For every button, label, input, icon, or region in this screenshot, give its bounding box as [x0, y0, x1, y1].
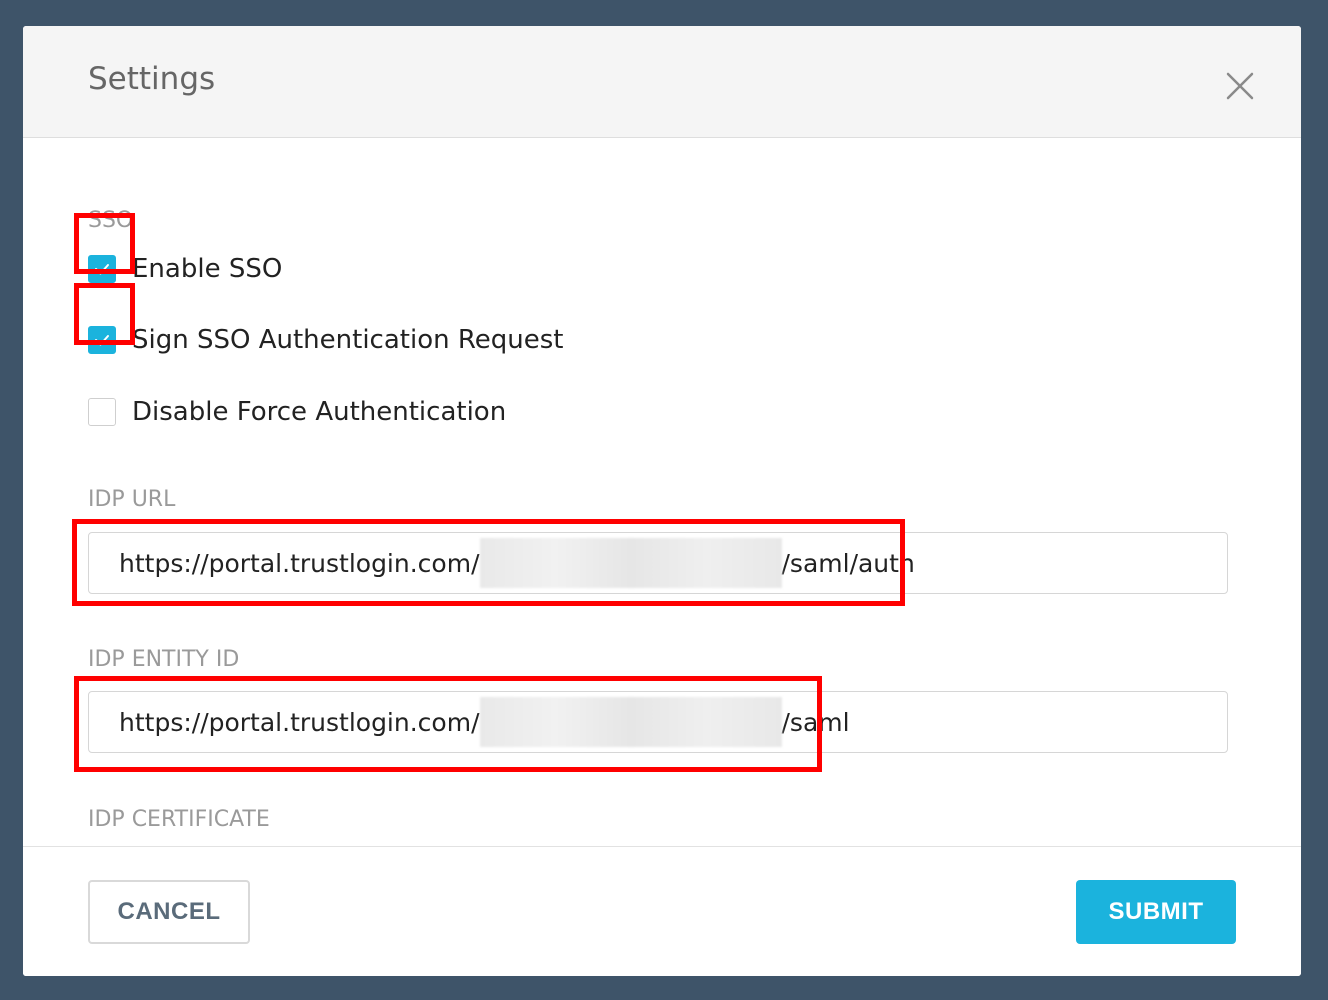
- idp-url-value-suffix: /saml/auth: [781, 548, 915, 578]
- sign-sso-request-checkbox[interactable]: [88, 326, 116, 354]
- check-icon: [95, 264, 109, 275]
- close-icon: [1226, 72, 1254, 100]
- modal-title: Settings: [88, 61, 216, 97]
- modal-body: SSO Enable SSO Sign SSO Authentication R…: [23, 138, 1301, 846]
- idp-entity-id-value-prefix: https://portal.trustlogin.com/: [119, 707, 480, 737]
- disable-force-auth-option[interactable]: Disable Force Authentication: [88, 396, 506, 428]
- idp-certificate-label: IDP CERTIFICATE: [88, 807, 270, 832]
- redacted-segment: [479, 538, 782, 588]
- settings-modal: Settings SSO Enable SSO Sign SSO Authent…: [23, 26, 1301, 976]
- disable-force-auth-label: Disable Force Authentication: [132, 397, 507, 427]
- submit-button[interactable]: SUBMIT: [1076, 880, 1236, 944]
- sign-sso-request-option[interactable]: Sign SSO Authentication Request: [88, 324, 563, 356]
- idp-entity-id-value-suffix: /saml: [781, 707, 850, 737]
- redacted-segment: [479, 697, 782, 747]
- sign-sso-request-label: Sign SSO Authentication Request: [132, 325, 564, 355]
- idp-url-value-prefix: https://portal.trustlogin.com/: [119, 548, 480, 578]
- modal-footer: CANCEL SUBMIT: [23, 846, 1301, 976]
- modal-header: Settings: [23, 26, 1301, 138]
- enable-sso-option[interactable]: Enable SSO: [88, 253, 282, 285]
- idp-url-input[interactable]: https://portal.trustlogin.com/ /saml/auth: [88, 532, 1228, 594]
- disable-force-auth-checkbox[interactable]: [88, 398, 116, 426]
- close-button[interactable]: [1223, 69, 1257, 103]
- check-icon: [95, 335, 109, 346]
- cancel-button[interactable]: CANCEL: [88, 880, 250, 944]
- enable-sso-checkbox[interactable]: [88, 255, 116, 283]
- enable-sso-label: Enable SSO: [132, 254, 283, 284]
- idp-entity-id-input[interactable]: https://portal.trustlogin.com/ /saml: [88, 691, 1228, 753]
- idp-url-label: IDP URL: [88, 487, 176, 512]
- sso-section-label: SSO: [88, 208, 134, 233]
- idp-entity-id-label: IDP ENTITY ID: [88, 647, 240, 672]
